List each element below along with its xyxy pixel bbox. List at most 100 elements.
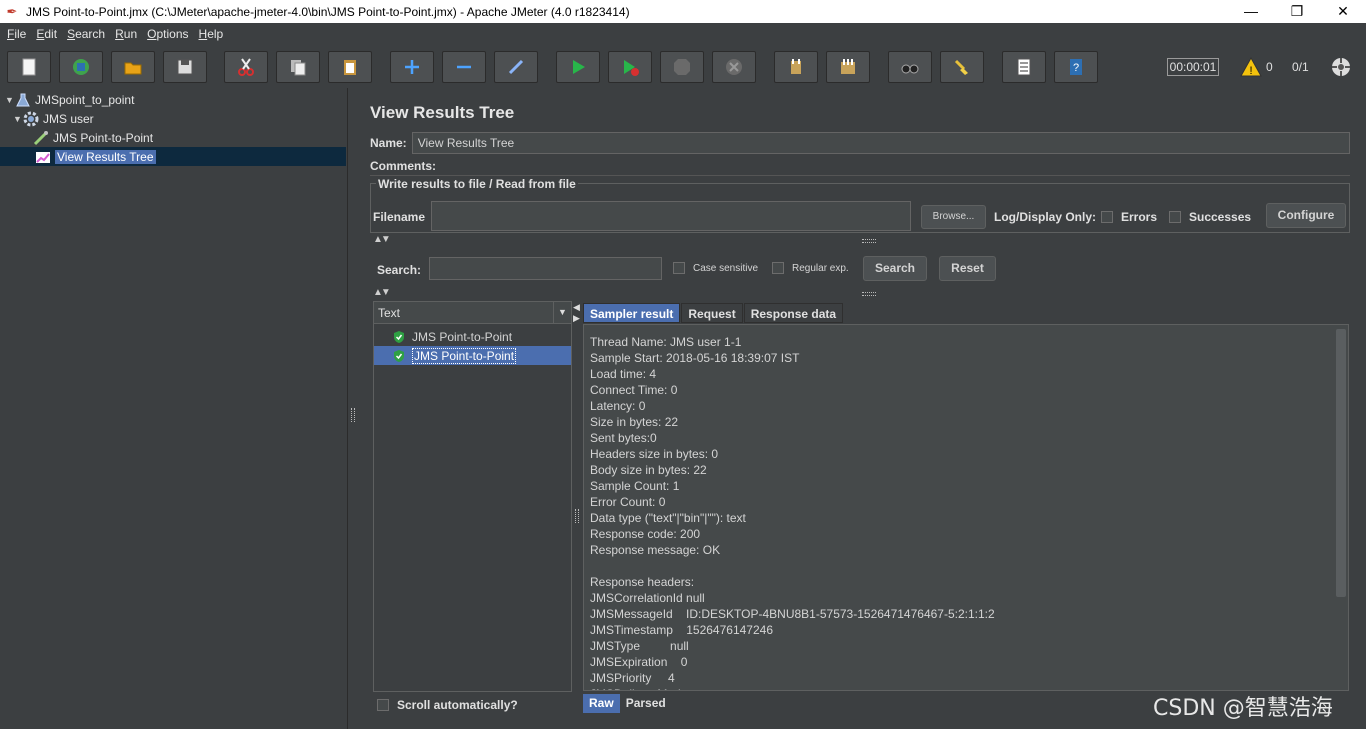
splitter-grip[interactable] bbox=[575, 509, 579, 523]
expanded-arrow-icon[interactable]: ▼ bbox=[13, 114, 23, 124]
svg-text:?: ? bbox=[1073, 62, 1079, 74]
tab-raw[interactable]: Raw bbox=[583, 694, 620, 713]
browse-button[interactable]: Browse... bbox=[921, 205, 986, 229]
elapsed-timer: 00:00:01 bbox=[1167, 58, 1219, 76]
menu-search[interactable]: Search bbox=[67, 27, 105, 41]
collapse-arrows-icon[interactable]: ▲▼ bbox=[373, 287, 391, 298]
restore-button[interactable]: ❐ bbox=[1274, 0, 1320, 23]
case-sensitive-label: Case sensitive bbox=[693, 262, 759, 274]
result-line: Body size in bytes: 22 bbox=[590, 463, 707, 477]
scroll-auto-checkbox[interactable] bbox=[377, 699, 389, 711]
result-line: Connect Time: 0 bbox=[590, 383, 678, 397]
tree-item-thread-group[interactable]: ▼ JMS user bbox=[13, 109, 94, 128]
divider-grip[interactable] bbox=[862, 292, 876, 296]
list-item[interactable]: JMS Point-to-Point bbox=[374, 327, 571, 346]
result-line bbox=[590, 558, 995, 574]
regex-option[interactable]: Regular exp. bbox=[772, 262, 849, 274]
remote-globe-icon[interactable] bbox=[1330, 56, 1352, 78]
search-button-panel[interactable]: Search bbox=[863, 256, 927, 281]
result-line: Headers size in bytes: 0 bbox=[590, 447, 719, 461]
case-sensitive-option[interactable]: Case sensitive bbox=[673, 262, 758, 274]
templates-button[interactable] bbox=[59, 51, 103, 83]
filename-input[interactable] bbox=[431, 201, 911, 231]
collapse-right-icon[interactable]: ▶ bbox=[573, 313, 580, 324]
clear-all-button[interactable] bbox=[826, 51, 870, 83]
search-input[interactable] bbox=[429, 257, 662, 280]
clear-broom-icon bbox=[791, 59, 801, 74]
save-button[interactable] bbox=[163, 51, 207, 83]
tab-response-data[interactable]: Response data bbox=[743, 303, 844, 323]
configure-button[interactable]: Configure bbox=[1266, 203, 1346, 228]
minimize-button[interactable]: — bbox=[1228, 0, 1274, 23]
expanded-arrow-icon[interactable]: ▼ bbox=[5, 95, 15, 105]
open-button[interactable] bbox=[111, 51, 155, 83]
divider-grip[interactable] bbox=[862, 239, 876, 243]
page-title: View Results Tree bbox=[370, 103, 515, 122]
start-no-pauses-button[interactable] bbox=[608, 51, 652, 83]
scroll-auto-option[interactable]: Scroll automatically? bbox=[377, 698, 518, 712]
main-splitter[interactable] bbox=[348, 88, 358, 729]
menu-options[interactable]: Options bbox=[147, 27, 188, 41]
broom-icon bbox=[954, 59, 968, 75]
menu-edit[interactable]: Edit bbox=[36, 27, 57, 41]
reset-button[interactable]: Reset bbox=[939, 256, 996, 281]
list-item[interactable]: JMS Point-to-Point bbox=[374, 346, 571, 365]
shutdown-button[interactable] bbox=[712, 51, 756, 83]
reset-search-button[interactable] bbox=[940, 51, 984, 83]
help-button[interactable]: ? bbox=[1054, 51, 1098, 83]
new-button[interactable] bbox=[7, 51, 51, 83]
errors-option[interactable]: Errors bbox=[1101, 210, 1157, 224]
regex-checkbox[interactable] bbox=[772, 262, 784, 274]
menu-run[interactable]: Run bbox=[115, 27, 137, 41]
name-field[interactable]: View Results Tree bbox=[411, 132, 1350, 154]
vertical-scrollbar[interactable] bbox=[1336, 329, 1346, 597]
tree-item-test-plan[interactable]: ▼ JMSpoint_to_point bbox=[5, 90, 134, 109]
scroll-auto-label: Scroll automatically? bbox=[397, 698, 518, 712]
result-tabs: Sampler result Request Response data bbox=[583, 303, 844, 323]
menu-help[interactable]: Help bbox=[199, 27, 224, 41]
jmeter-feather-icon: ✒ bbox=[6, 3, 18, 19]
svg-text:!: ! bbox=[1249, 65, 1252, 77]
tab-parsed[interactable]: Parsed bbox=[619, 694, 672, 713]
watermark-text: CSDN @智慧浩海 bbox=[1153, 696, 1333, 721]
expand-all-button[interactable] bbox=[390, 51, 434, 83]
successes-option[interactable]: Successes bbox=[1169, 210, 1251, 224]
paste-button[interactable] bbox=[328, 51, 372, 83]
chevron-down-icon[interactable]: ▼ bbox=[553, 302, 571, 323]
toggle-button[interactable] bbox=[494, 51, 538, 83]
result-line: JMSTimestamp 1526476147246 bbox=[590, 623, 773, 637]
stop-icon bbox=[674, 59, 690, 75]
result-line: Sample Start: 2018-05-16 18:39:07 IST bbox=[590, 351, 800, 365]
tab-sampler-result[interactable]: Sampler result bbox=[583, 303, 681, 323]
result-line: Sent bytes:0 bbox=[590, 431, 657, 445]
tab-request[interactable]: Request bbox=[681, 303, 743, 323]
function-helper-button[interactable] bbox=[1002, 51, 1046, 83]
start-button[interactable] bbox=[556, 51, 600, 83]
errors-checkbox[interactable] bbox=[1101, 211, 1113, 223]
menu-file[interactable]: File bbox=[7, 27, 26, 41]
warning-icon[interactable]: ! bbox=[1240, 57, 1262, 77]
successes-checkbox[interactable] bbox=[1169, 211, 1181, 223]
copy-button[interactable] bbox=[276, 51, 320, 83]
view-results-tree-panel: View Results Tree Name: View Results Tre… bbox=[358, 88, 1366, 729]
sampler-result-text[interactable]: Thread Name: JMS user 1-1 Sample Start: 2… bbox=[583, 324, 1349, 691]
renderer-select[interactable]: Text ▼ bbox=[374, 302, 571, 324]
successes-label: Successes bbox=[1189, 210, 1252, 224]
collapse-all-button[interactable] bbox=[442, 51, 486, 83]
tree-item-listener[interactable]: View Results Tree bbox=[0, 147, 346, 166]
splitter-grip[interactable] bbox=[351, 408, 355, 422]
cut-button[interactable] bbox=[224, 51, 268, 83]
search-button[interactable] bbox=[888, 51, 932, 83]
clear-button[interactable] bbox=[774, 51, 818, 83]
collapse-left-icon[interactable]: ◀ bbox=[573, 302, 580, 313]
results-splitter[interactable]: ◀ ▶ bbox=[572, 301, 582, 721]
result-line: Data type ("text"|"bin"|""): text bbox=[590, 511, 746, 525]
regex-label: Regular exp. bbox=[792, 262, 849, 274]
stop-button[interactable] bbox=[660, 51, 704, 83]
tree-item-sampler[interactable]: JMS Point-to-Point bbox=[33, 128, 153, 147]
close-button[interactable]: ✕ bbox=[1320, 0, 1366, 23]
comments-field[interactable] bbox=[370, 175, 1350, 176]
result-line: Sample Count: 1 bbox=[590, 479, 680, 493]
case-sensitive-checkbox[interactable] bbox=[673, 262, 685, 274]
collapse-arrows-icon[interactable]: ▲▼ bbox=[373, 234, 391, 245]
